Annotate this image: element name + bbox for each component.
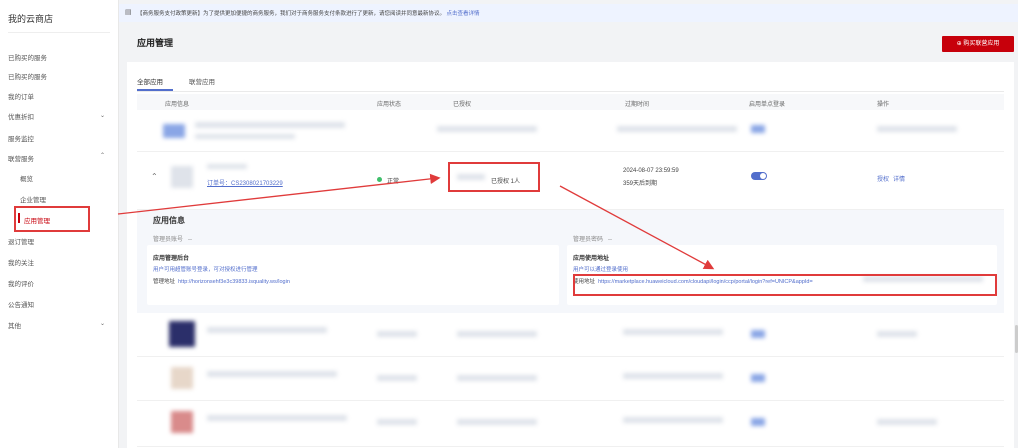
expire-note: 359天后到期 [623, 181, 658, 187]
mgmt-url-link[interactable]: http://horizonsehf3e3c39833.isquality.ws… [178, 279, 290, 285]
blurred-text [457, 419, 537, 425]
admin-pwd-label: 管理员密码 -- [573, 237, 613, 243]
sidebar-item-enterprise[interactable]: 企业管理 [20, 194, 46, 204]
blurred-toggle[interactable] [751, 125, 765, 133]
sidebar-item-following[interactable]: 我的关注 [8, 257, 34, 267]
blurred-text [207, 371, 337, 377]
app-thumbnail [171, 166, 193, 188]
chevron-up-icon[interactable]: ⌃ [100, 152, 105, 159]
th-actions: 操作 [877, 102, 890, 108]
blurred-text [457, 331, 537, 337]
blurred-toggle[interactable] [751, 330, 765, 338]
blurred-text [877, 331, 917, 337]
blurred-text [877, 419, 937, 425]
sidebar-item-purchased-2[interactable]: 已购买的服务 [8, 71, 47, 81]
admin-account-label: 管理员账号 -- [153, 237, 193, 243]
app-thumbnail [171, 411, 193, 433]
user-card-title: 应用使用地址 [573, 256, 610, 262]
app-table-card: 全部应用 联营应用 应用信息 应用状态 已授权 过期时间 启用单点登录 操作 ⌃ [127, 62, 1014, 448]
sso-toggle[interactable] [751, 172, 767, 180]
notice-text: 【商务服务支付政策更新】为了提供更加便捷的商务服务，我们对于商务服务支付条款进行… [137, 11, 480, 17]
blurred-text [623, 329, 723, 335]
status-dot [377, 177, 382, 182]
mgmt-card-addr: 管理地址 http://horizonsehf3e3c39833.isquali… [153, 279, 290, 285]
sidebar-item-discounts[interactable]: 优惠折扣 [8, 111, 34, 121]
table-row-expanded[interactable]: ⌃ 订单号：CS2308021703229 正常 已授权 1人 2024-08-… [137, 152, 1004, 210]
sidebar-item-orders[interactable]: 我的订单 [8, 91, 34, 101]
table-row[interactable] [137, 110, 1004, 152]
blurred-text [623, 373, 723, 379]
annotation-box-sidebar [14, 206, 90, 232]
th-app-info: 应用信息 [165, 102, 190, 108]
app-info-title: 应用信息 [153, 216, 185, 225]
sidebar-divider [8, 32, 110, 33]
sidebar-item-notices[interactable]: 公告通知 [8, 299, 34, 309]
sidebar-item-monitor[interactable]: 服务监控 [8, 133, 34, 143]
blurred-toggle[interactable] [751, 418, 765, 426]
table-row[interactable] [137, 357, 1004, 401]
blurred-toggle[interactable] [751, 374, 765, 382]
collapse-chevron-icon[interactable]: ⌃ [151, 172, 158, 181]
table-row[interactable] [137, 401, 1004, 447]
mgmt-card-title: 应用管理后台 [153, 256, 190, 262]
blurred-text [377, 419, 417, 425]
th-status: 应用状态 [377, 102, 402, 108]
mgmt-backend-card: 应用管理后台 用户可用超管账号登录，可对授权进行管理 管理地址 http://h… [147, 245, 559, 305]
authorize-link[interactable]: 授权 [877, 174, 889, 183]
mgmt-card-sub: 用户可用超管账号登录，可对授权进行管理 [153, 267, 258, 273]
table-row[interactable] [137, 313, 1004, 357]
sidebar-item-purchased[interactable]: 已购买的服务 [8, 52, 47, 62]
page-title: 应用管理 [137, 38, 174, 48]
blurred-text [617, 126, 737, 132]
sidebar-item-other[interactable]: 其他 [8, 320, 21, 330]
th-authorized: 已授权 [453, 102, 472, 108]
blurred-text [377, 375, 417, 381]
chevron-down-icon[interactable]: ⌄ [100, 320, 105, 327]
order-number[interactable]: 订单号：CS2308021703229 [207, 178, 283, 187]
notice-bar: ▤ 【商务服务支付政策更新】为了提供更加便捷的商务服务，我们对于商务服务支付条款… [119, 4, 1018, 22]
annotation-box-user-url [573, 274, 997, 296]
sidebar-item-unsubscribe[interactable]: 退订管理 [8, 236, 34, 246]
app-thumbnail [163, 124, 185, 138]
notice-link[interactable]: 点击查看详情 [447, 11, 480, 17]
chevron-down-icon[interactable]: ⌄ [100, 112, 105, 119]
sidebar-title: 我的云商店 [8, 14, 54, 24]
user-card-sub: 用户可以通过登录使用 [573, 267, 629, 273]
blurred-text [207, 327, 327, 333]
tabs-divider [137, 91, 1004, 92]
blurred-text [207, 164, 247, 169]
expire-date: 2024-08-07 23:59:59 [623, 168, 679, 174]
blurred-text [195, 122, 345, 128]
blurred-text [207, 415, 347, 421]
app-thumbnail [169, 321, 195, 347]
blurred-text [437, 126, 537, 132]
tab-all-apps[interactable]: 全部应用 [137, 76, 163, 86]
sidebar-item-overview[interactable]: 概览 [20, 173, 33, 183]
th-sso: 启用单点登录 [749, 102, 786, 108]
sidebar-item-reviews[interactable]: 我的评价 [8, 278, 34, 288]
app-info-panel: 应用信息 管理员账号 -- 管理员密码 -- 应用管理后台 用户可用超管账号登录… [137, 210, 1004, 313]
blurred-text [457, 375, 537, 381]
details-link[interactable]: 详情 [893, 174, 905, 183]
bell-icon: ▤ [125, 9, 132, 16]
blurred-text [195, 134, 295, 139]
annotation-box-authorized [448, 162, 540, 192]
table-header: 应用信息 应用状态 已授权 过期时间 启用单点登录 操作 [137, 94, 1004, 110]
app-thumbnail [171, 367, 193, 389]
status-text: 正常 [387, 179, 400, 185]
blurred-text [377, 331, 417, 337]
main-content: 应用管理 ⊕ 购买联营应用 全部应用 联营应用 应用信息 应用状态 已授权 过期… [119, 22, 1018, 448]
blurred-text [877, 126, 957, 132]
tab-joint-apps[interactable]: 联营应用 [189, 76, 215, 86]
sidebar-item-joint[interactable]: 联营服务 [8, 153, 34, 163]
blurred-text [623, 417, 723, 423]
th-expire: 过期时间 [625, 102, 650, 108]
buy-app-button[interactable]: ⊕ 购买联营应用 [942, 36, 1014, 52]
